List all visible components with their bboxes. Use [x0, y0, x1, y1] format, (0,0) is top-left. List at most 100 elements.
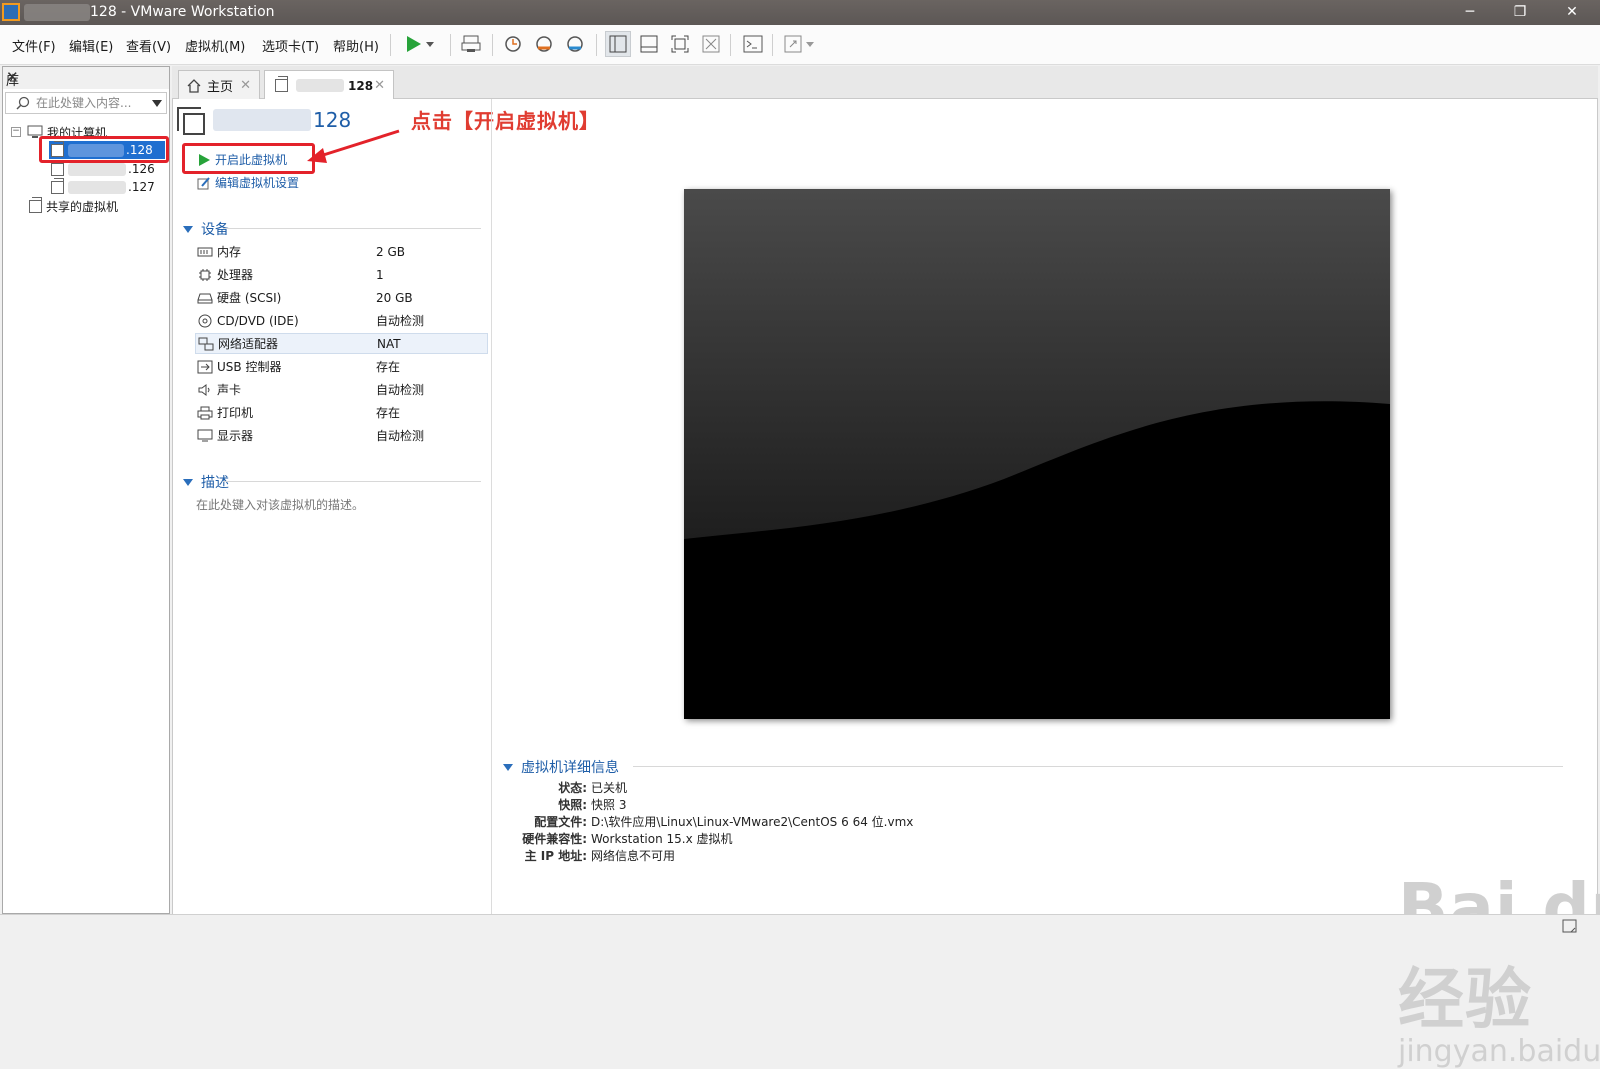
edit-settings-link[interactable]: 编辑虚拟机设置 — [197, 174, 299, 191]
device-name: 打印机 — [217, 406, 254, 420]
device-row[interactable]: 声卡 自动检测 — [195, 379, 488, 400]
full-screen-icon[interactable] — [667, 31, 693, 57]
tab-home[interactable]: 主页 ✕ — [178, 70, 260, 100]
watermark-brand: Bai du 经验 — [1398, 869, 1600, 1038]
vm-large-icon — [177, 107, 205, 135]
vm-preview-screen[interactable] — [684, 189, 1390, 719]
details-section-header[interactable]: 虚拟机详细信息 — [503, 757, 1563, 777]
stretch-icon[interactable] — [780, 31, 806, 57]
title-bar: 128 - VMware Workstation ─ ❐ ✕ — [0, 0, 1600, 25]
device-value: 20 GB — [376, 290, 413, 305]
device-value: 存在 — [376, 360, 401, 374]
tab-close-icon[interactable]: ✕ — [374, 78, 385, 93]
cpu-icon — [197, 268, 213, 282]
send-ctrl-alt-del-icon[interactable] — [458, 31, 484, 57]
description-placeholder[interactable]: 在此处键入对该虚拟机的描述。 — [196, 496, 364, 513]
device-name: USB 控制器 — [217, 360, 282, 374]
device-name: 显示器 — [217, 429, 254, 443]
snapshot-icon[interactable] — [500, 31, 526, 57]
restore-button[interactable]: ❐ — [1500, 2, 1540, 23]
devices-section-header[interactable]: 设备 — [183, 219, 483, 239]
device-row[interactable]: USB 控制器 存在 — [195, 356, 488, 377]
tab-home-label: 主页 — [207, 80, 234, 95]
device-row[interactable]: 硬盘 (SCSI) 20 GB — [195, 287, 488, 308]
library-header: 库 ✕ — [3, 67, 169, 89]
device-row[interactable]: 内存 2 GB — [195, 241, 488, 262]
shared-vms-label: 共享的虚拟机 — [46, 199, 119, 214]
display-icon — [197, 429, 213, 443]
detail-row: 硬件兼容性: Workstation 15.x 虚拟机 — [503, 830, 732, 847]
device-row[interactable]: CD/DVD (IDE) 自动检测 — [195, 310, 488, 331]
detail-value: 快照 3 — [591, 798, 627, 812]
detail-key: 主 IP 地址: — [524, 849, 587, 863]
tab-close-icon[interactable]: ✕ — [240, 78, 251, 93]
tree-vm-127[interactable]: .127 — [49, 177, 155, 196]
library-close-icon[interactable]: ✕ — [6, 68, 163, 86]
menu-help[interactable]: 帮助(H) — [333, 36, 379, 55]
minimize-button[interactable]: ─ — [1450, 2, 1490, 23]
chevron-down-icon[interactable] — [423, 31, 437, 57]
menu-view[interactable]: 查看(V) — [126, 36, 171, 55]
collapse-toggle-icon[interactable]: − — [11, 127, 21, 137]
unity-icon[interactable] — [698, 31, 724, 57]
edit-settings-icon — [197, 176, 210, 189]
device-row[interactable]: 打印机 存在 — [195, 402, 488, 423]
tab-vm-128[interactable]: 128 ✕ — [264, 70, 394, 100]
description-header-label: 描述 — [201, 475, 229, 491]
detail-key: 配置文件: — [534, 815, 587, 829]
collapse-triangle-icon — [183, 225, 193, 233]
vmware-app-icon — [2, 3, 20, 21]
device-value: 自动检测 — [376, 383, 425, 397]
vm-name-126: .126 — [128, 162, 155, 176]
detail-value: D:\软件应用\Linux\Linux-VMware2\CentOS 6 64 … — [591, 815, 914, 829]
vm-icon — [275, 76, 288, 92]
highlight-box-vm — [39, 136, 169, 163]
cd-icon — [197, 314, 213, 328]
device-value: 2 GB — [376, 244, 405, 259]
menu-edit[interactable]: 编辑(E) — [69, 36, 113, 55]
device-row[interactable]: 处理器 1 — [195, 264, 488, 285]
description-section-header[interactable]: 描述 — [183, 472, 483, 492]
console-icon[interactable] — [740, 31, 766, 57]
detail-value: Workstation 15.x 虚拟机 — [591, 832, 733, 846]
collapse-triangle-icon — [503, 763, 513, 771]
blurred-vm-name — [68, 162, 126, 176]
window-title: 128 - VMware Workstation — [90, 4, 275, 20]
device-row[interactable]: 网络适配器 NAT — [195, 333, 488, 354]
device-value: 1 — [376, 267, 384, 282]
close-button[interactable]: ✕ — [1552, 2, 1592, 23]
detail-value: 网络信息不可用 — [591, 849, 676, 863]
tree-shared-vms[interactable]: 共享的虚拟机 — [29, 196, 119, 215]
message-log-icon[interactable] — [1562, 919, 1578, 934]
blurred-vm-name — [296, 79, 344, 92]
usb-icon — [197, 360, 213, 374]
vm-summary-page: 128 点击【开启虚拟机】 开启此虚拟机 编辑虚拟机设置 设备 内存 2 GB 处理… — [172, 99, 1600, 1069]
show-library-icon[interactable] — [605, 31, 631, 57]
detail-key: 快照: — [558, 798, 587, 812]
power-on-link[interactable]: 开启此虚拟机 — [197, 151, 287, 168]
disk-icon — [197, 291, 213, 305]
device-value: 自动检测 — [376, 314, 425, 328]
chevron-down-icon[interactable] — [152, 100, 162, 108]
menu-tabs[interactable]: 选项卡(T) — [262, 36, 319, 55]
snapshot-manager-icon[interactable] — [562, 31, 588, 57]
home-icon — [187, 78, 201, 93]
library-search[interactable] — [5, 92, 167, 114]
blurred-vm-name — [213, 109, 311, 131]
thumbnail-bar-icon[interactable] — [636, 31, 662, 57]
memory-icon — [197, 245, 213, 259]
library-search-input[interactable] — [36, 95, 146, 111]
detail-value: 已关机 — [591, 781, 628, 795]
chevron-down-icon[interactable] — [804, 31, 816, 57]
tab-strip: 主页 ✕ 128 ✕ — [172, 66, 1598, 100]
detail-row: 状态: 已关机 — [503, 779, 627, 796]
menu-file[interactable]: 文件(F) — [12, 36, 56, 55]
menu-vm[interactable]: 虚拟机(M) — [185, 36, 245, 55]
revert-snapshot-icon[interactable] — [531, 31, 557, 57]
edit-settings-label: 编辑虚拟机设置 — [215, 176, 300, 190]
device-row[interactable]: 显示器 自动检测 — [195, 425, 488, 446]
vm-icon — [51, 177, 64, 194]
vm-name-127: .127 — [128, 180, 155, 194]
device-name: 声卡 — [217, 383, 242, 397]
baidu-watermark: Bai du 经验 jingyan.baidu.com — [1398, 869, 1600, 1069]
